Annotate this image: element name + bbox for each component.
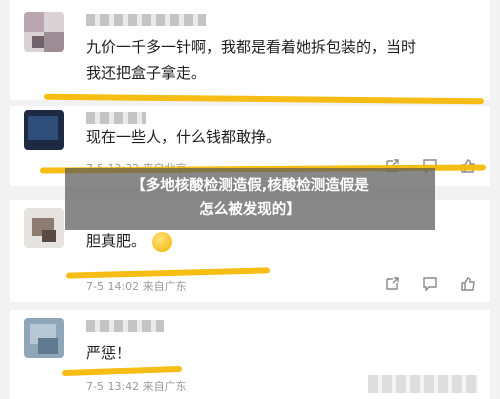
username-blurred[interactable] [86, 14, 206, 26]
title-line-1: 【多地核酸检测造假,核酸检测造假是 [131, 178, 369, 194]
emoji-icon [152, 231, 173, 252]
comment-text: 严惩！ [86, 344, 132, 362]
avatar[interactable] [24, 12, 64, 52]
comment-text-content: 胆真肥。 [86, 232, 147, 250]
comment-text-line-1: 九价一千多一针啊，我都是看着她拆包装的，当时 [86, 38, 417, 56]
title-line-2: 怎么被发现的】 [199, 202, 301, 218]
highlight-underline [65, 267, 271, 279]
comment-card-4: 严惩！ 7-5 13:42 来自广东 [10, 310, 490, 399]
share-icon[interactable] [384, 276, 400, 292]
like-icon[interactable] [460, 276, 476, 292]
comment-text: 九价一千多一针啊，我都是看着她拆包装的，当时 我还把盒子拿走。 [86, 34, 416, 86]
comment-text: 胆真肥。 [86, 228, 173, 254]
title-overlay: 【多地核酸检测造假,核酸检测造假是 怎么被发现的】 [65, 168, 435, 230]
watermark [368, 375, 478, 393]
comment-meta: 7-5 14:02 来自广东 [86, 280, 187, 293]
username-blurred[interactable] [86, 320, 164, 332]
highlight-underline [43, 93, 485, 105]
comment-card-1: 九价一千多一针啊，我都是看着她拆包装的，当时 我还把盒子拿走。 [10, 0, 490, 105]
avatar[interactable] [24, 110, 64, 150]
avatar[interactable] [24, 208, 64, 248]
comment-text-line-2: 我还把盒子拿走。 [86, 64, 207, 82]
comment-icon[interactable] [422, 276, 438, 292]
avatar[interactable] [24, 318, 64, 358]
comment-actions [384, 276, 476, 292]
highlight-underline [61, 365, 183, 377]
comment-meta: 7-5 13:42 来自广东 [86, 380, 187, 393]
comment-text: 现在一些人，什么钱都敢挣。 [86, 128, 282, 146]
username-blurred[interactable] [86, 112, 146, 124]
